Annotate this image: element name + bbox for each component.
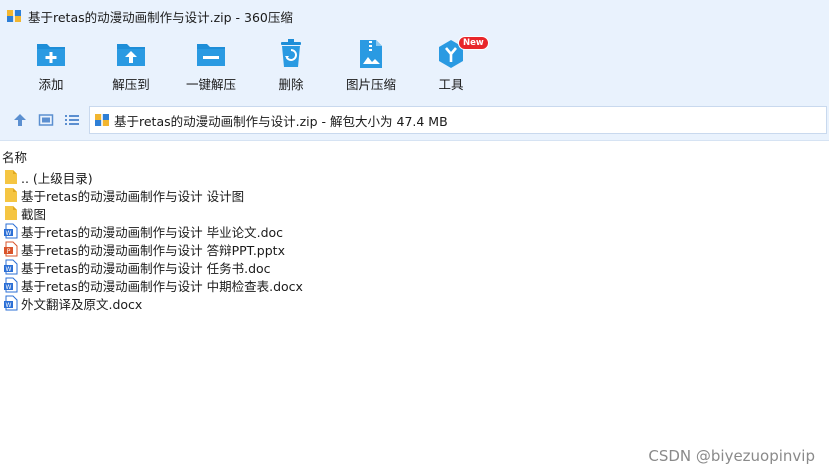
word-document-icon: W: [4, 277, 18, 293]
add-label: 添加: [38, 77, 64, 92]
column-header-name[interactable]: 名称: [0, 145, 829, 165]
image-compress-button[interactable]: 图片压缩: [336, 38, 406, 98]
delete-label: 删除: [278, 77, 304, 92]
svg-text:W: W: [6, 302, 12, 309]
folder-icon: [5, 188, 17, 202]
list-item[interactable]: P 基于retas的动漫动画制作与设计 答辩PPT.pptx: [0, 240, 829, 258]
window-title: 基于retas的动漫动画制作与设计.zip - 360压缩: [28, 9, 293, 25]
title-bar: 基于retas的动漫动画制作与设计.zip - 360压缩: [0, 0, 829, 32]
tools-button[interactable]: New 工具: [416, 36, 489, 98]
file-list: .. (上级目录) 基于retas的动漫动画制作与设计 设计图 截图 W 基于r…: [0, 168, 829, 312]
powerpoint-document-icon: P: [4, 241, 18, 257]
svg-text:P: P: [7, 248, 11, 255]
list-item-parent-directory[interactable]: .. (上级目录): [0, 168, 829, 186]
list-item[interactable]: W 外文翻译及原文.docx: [0, 294, 829, 312]
list-view-icon[interactable]: [64, 112, 80, 128]
one-click-extract-button[interactable]: 一键解压: [176, 38, 246, 98]
list-item[interactable]: W 基于retas的动漫动画制作与设计 毕业论文.doc: [0, 222, 829, 240]
svg-text:W: W: [6, 284, 12, 291]
list-item-label: 基于retas的动漫动画制作与设计 任务书.doc: [21, 260, 271, 276]
add-folder-icon: [37, 44, 65, 66]
list-item-label: 截图: [21, 206, 47, 222]
image-compress-label: 图片压缩: [345, 77, 396, 92]
address-path: 基于retas的动漫动画制作与设计.zip - 解包大小为 47.4 MB: [114, 113, 448, 129]
toolbar: 添加 解压到 一键解压 删除 图片压缩 New 工具: [0, 32, 829, 100]
svg-text:W: W: [6, 266, 12, 273]
tools-label: 工具: [438, 77, 464, 92]
image-compress-icon: [360, 40, 382, 68]
list-item-label: 外文翻译及原文.docx: [21, 296, 143, 312]
archive-icon: [7, 10, 21, 22]
address-bar[interactable]: 基于retas的动漫动画制作与设计.zip - 解包大小为 47.4 MB: [89, 106, 827, 134]
add-button[interactable]: 添加: [16, 38, 86, 98]
word-document-icon: W: [4, 259, 18, 275]
folder-icon: [5, 206, 17, 220]
folder-icon: [5, 170, 17, 184]
one-click-extract-icon: [197, 44, 225, 66]
word-document-icon: W: [4, 223, 18, 239]
thumbnail-view-icon[interactable]: [38, 112, 54, 128]
extract-to-label: 解压到: [112, 77, 150, 92]
navigation-bar: 基于retas的动漫动画制作与设计.zip - 解包大小为 47.4 MB: [0, 100, 829, 141]
up-arrow-icon[interactable]: [12, 112, 28, 128]
archive-icon: [95, 114, 109, 126]
extract-to-button[interactable]: 解压到: [96, 38, 166, 98]
extract-to-icon: [117, 44, 145, 66]
list-item-label: 基于retas的动漫动画制作与设计 答辩PPT.pptx: [21, 242, 285, 258]
list-item[interactable]: W 基于retas的动漫动画制作与设计 任务书.doc: [0, 258, 829, 276]
one-click-extract-label: 一键解压: [185, 77, 236, 92]
word-document-icon: W: [4, 295, 18, 311]
list-item-label: 基于retas的动漫动画制作与设计 设计图: [21, 188, 245, 204]
column-header-label: 名称: [2, 150, 28, 165]
new-badge: New: [458, 36, 489, 50]
svg-text:W: W: [6, 230, 12, 237]
recycle-bin-icon: [281, 39, 301, 67]
delete-button[interactable]: 删除: [256, 38, 326, 98]
list-item[interactable]: 基于retas的动漫动画制作与设计 设计图: [0, 186, 829, 204]
watermark: CSDN @biyezuopinvip: [648, 447, 815, 465]
list-item-label: 基于retas的动漫动画制作与设计 毕业论文.doc: [21, 224, 284, 240]
list-item-label: .. (上级目录): [21, 170, 93, 186]
list-item[interactable]: 截图: [0, 204, 829, 222]
list-item[interactable]: W 基于retas的动漫动画制作与设计 中期检查表.docx: [0, 276, 829, 294]
list-item-label: 基于retas的动漫动画制作与设计 中期检查表.docx: [21, 278, 303, 294]
